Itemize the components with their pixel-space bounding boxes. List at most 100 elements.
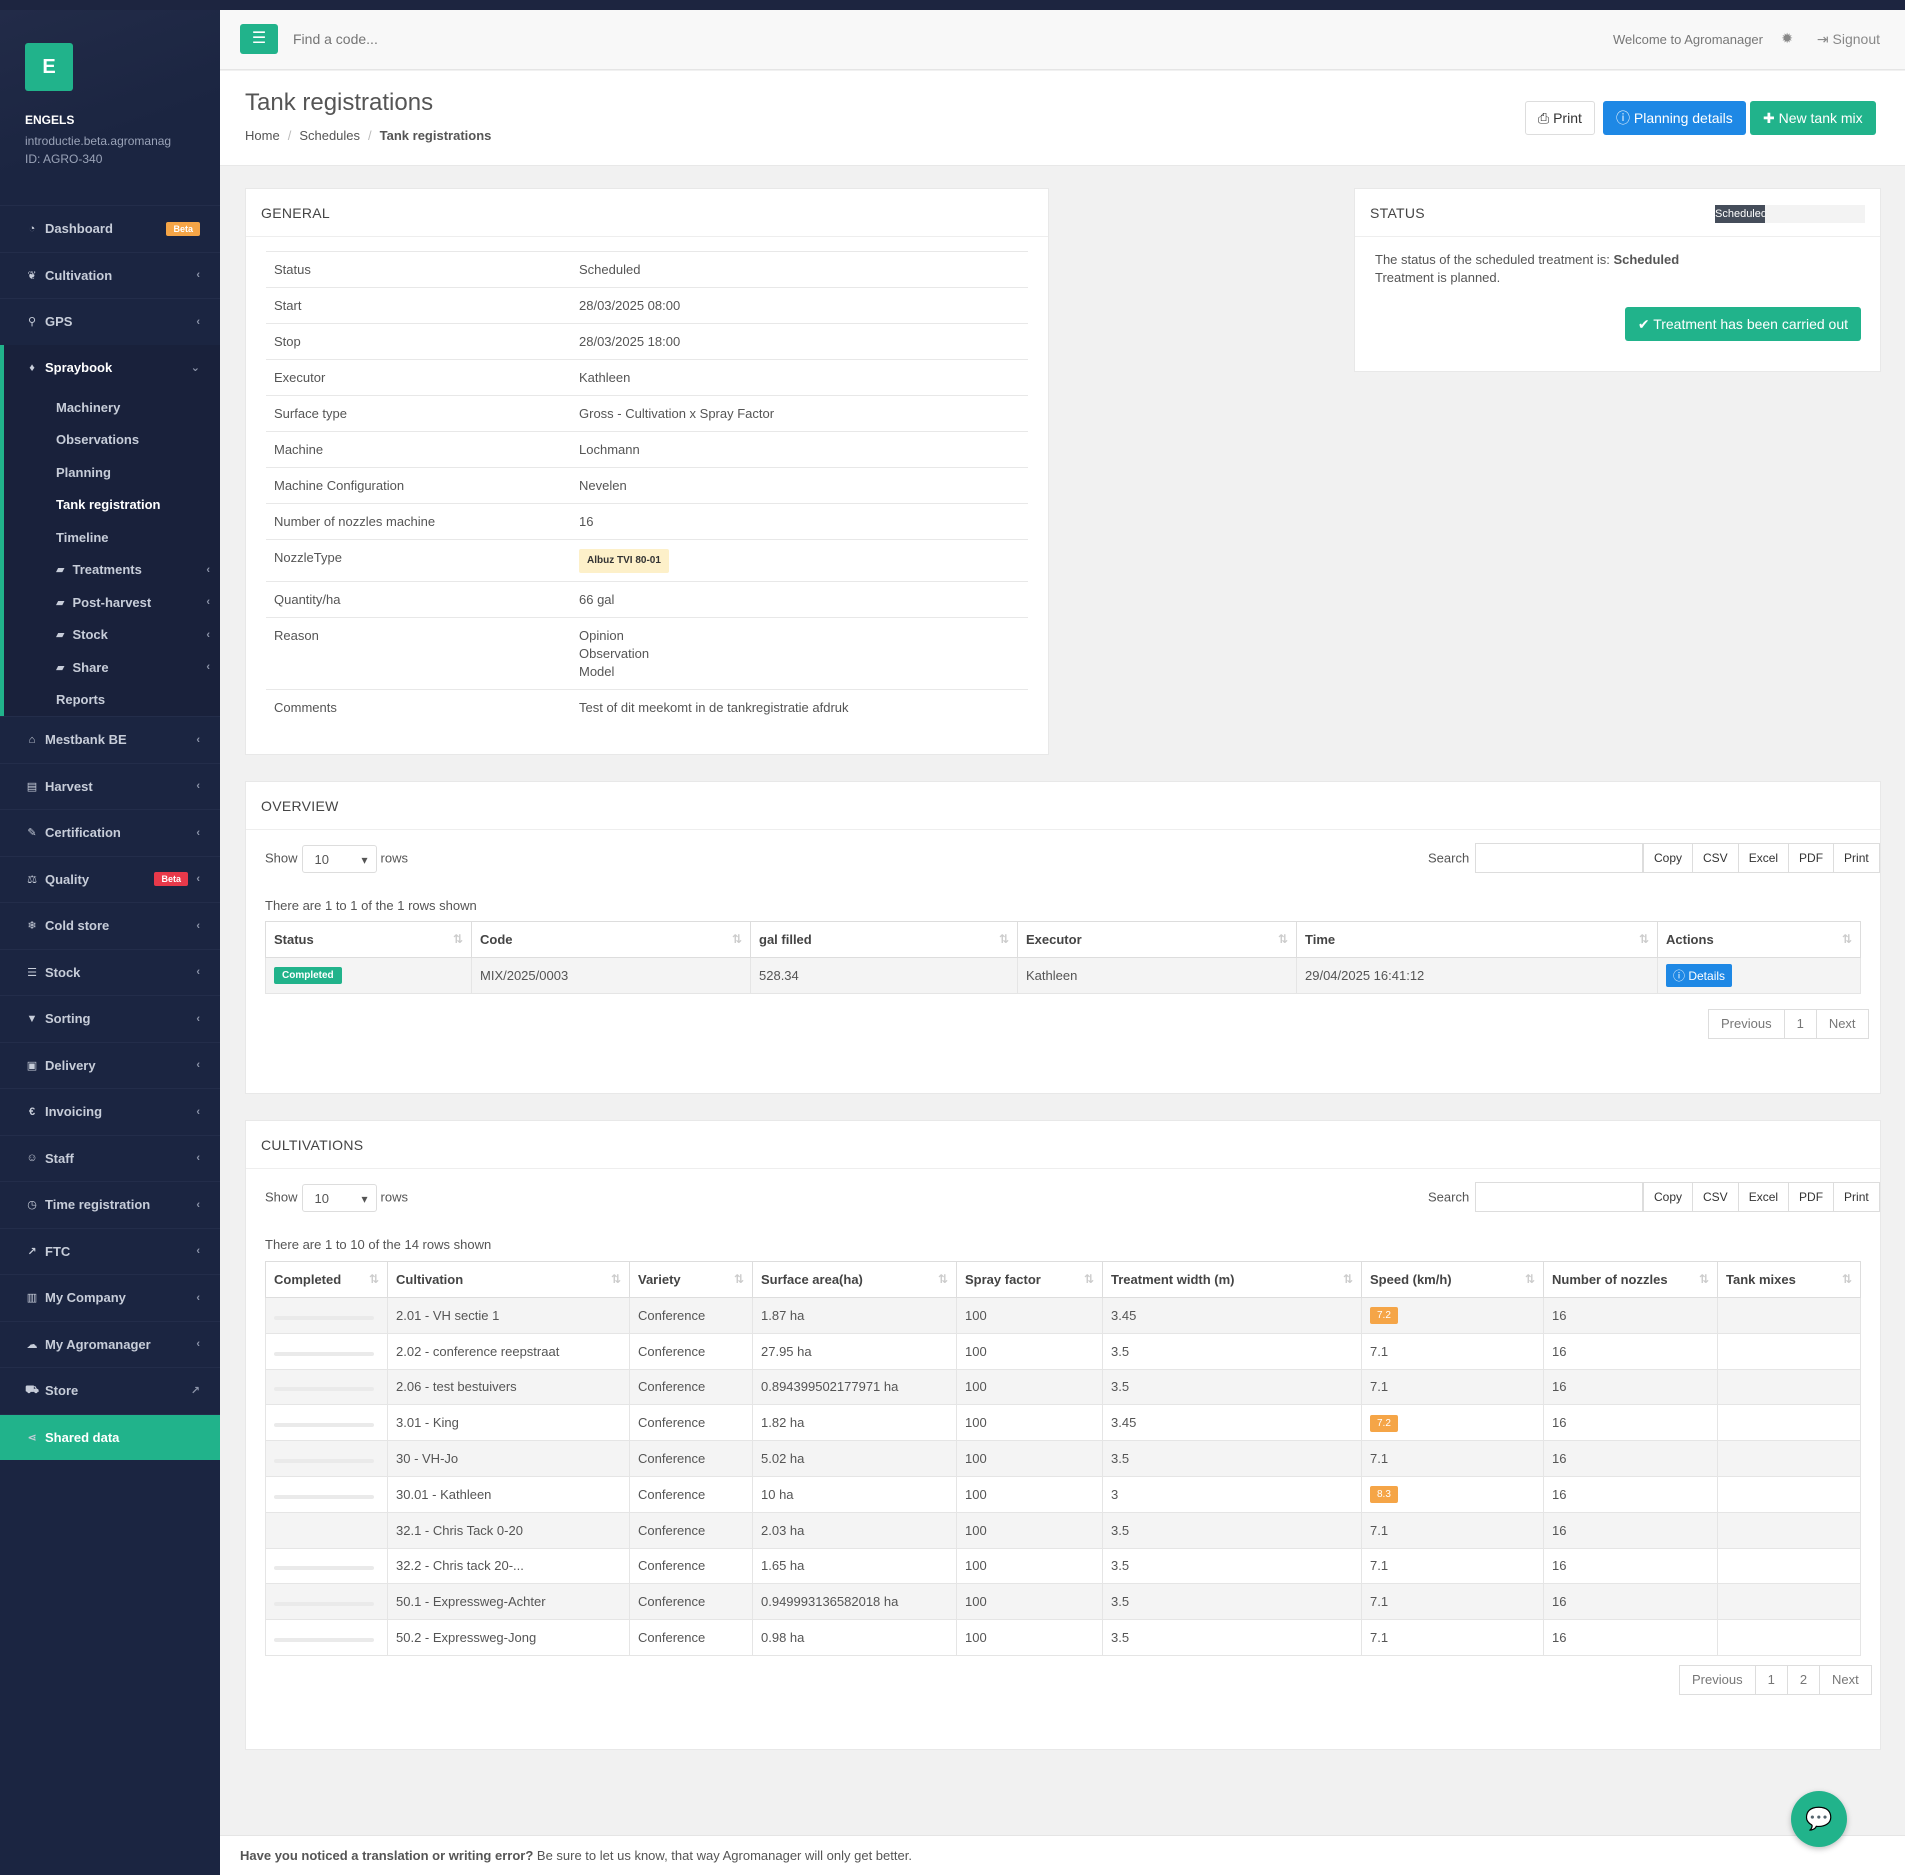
sidebar-item-sorting[interactable]: ▼ Sorting ‹ (0, 995, 220, 1042)
general-label: Start (274, 298, 302, 313)
cultivations-export-copy-button[interactable]: Copy (1643, 1182, 1694, 1212)
nozzles-cell: 16 (1543, 1619, 1718, 1656)
cultivations-page-size-select[interactable]: 10 (301, 1184, 377, 1213)
sidebar-subitem-treatments[interactable]: ▰ Treatments ‹ (4, 554, 220, 587)
chevron-left-icon: ‹ (206, 628, 210, 641)
sidebar-item-certification[interactable]: ✎ Certification ‹ (0, 809, 220, 856)
cultivations-page-2-button[interactable]: 2 (1786, 1665, 1821, 1695)
sidebar-subitem-machinery[interactable]: Machinery (4, 391, 220, 424)
sidebar-subitem-observations[interactable]: Observations (4, 424, 220, 457)
sidebar-item-harvest[interactable]: ▤ Harvest ‹ (0, 762, 220, 810)
chat-button[interactable]: 💬 (1791, 1791, 1847, 1847)
overview-search-input[interactable] (1475, 843, 1644, 873)
details-button[interactable]: ⓘ Details (1666, 963, 1733, 987)
completed-cell (265, 1368, 388, 1406)
signout-link[interactable]: ⇥ Signout (1817, 31, 1880, 48)
menu-toggle-button[interactable]: ☰ (240, 24, 278, 54)
overview-export-print-button[interactable]: Print (1833, 843, 1880, 873)
sidebar-item-my-company[interactable]: ▥ My Company ‹ (0, 1274, 220, 1321)
sidebar-item-stock[interactable]: ☰ Stock ‹ (0, 948, 220, 996)
sidebar-item-dashboard[interactable]: ◔ Dashboard Beta (0, 205, 220, 252)
overview-page-size-select[interactable]: 10 (301, 845, 377, 874)
general-row-start: Start 28/03/2025 08:00 (266, 287, 1028, 323)
general-label: Quantity/ha (274, 592, 341, 607)
sidebar-item-invoicing[interactable]: € Invoicing ‹ (0, 1088, 220, 1135)
cultivation-cell: 50.2 - Expressweg-Jong (387, 1619, 630, 1656)
cultivation-row: 50.2 - Expressweg-Jong Conference 0.98 ha 1… (265, 1619, 1861, 1656)
sidebar-item-spraybook[interactable]: ♦ Spraybook ⌄ (4, 345, 220, 392)
treatment-width-cell: 3.5 (1102, 1619, 1362, 1656)
sidebar-item-gps[interactable]: ⚲ GPS ‹ (0, 298, 220, 345)
cultivations-export-csv-button[interactable]: CSV (1692, 1182, 1739, 1212)
chevron-left-icon: ‹ (206, 563, 210, 576)
cultivations-search-input[interactable] (1475, 1182, 1644, 1212)
overview-export-csv-button[interactable]: CSV (1692, 843, 1739, 873)
surface-area-cell: 1.65 ha (752, 1547, 957, 1585)
breadcrumb-home[interactable]: Home (245, 128, 280, 143)
overview-header-status[interactable]: Status ⇅ (265, 921, 472, 958)
completed-progress-bar (274, 1423, 374, 1428)
overview-export-excel-button[interactable]: Excel (1737, 843, 1790, 873)
overview-header-gal-filled[interactable]: gal filled ⇅ (750, 921, 1018, 958)
cultivations-header-tank-mixes[interactable]: Tank mixes ⇅ (1717, 1261, 1861, 1298)
cultivations-header-surface-area-ha[interactable]: Surface area(ha) ⇅ (752, 1261, 957, 1298)
overview-page-previous-button[interactable]: Previous (1708, 1009, 1785, 1039)
sidebar-item-delivery[interactable]: ▣ Delivery ‹ (0, 1041, 220, 1089)
cultivations-header-variety[interactable]: Variety ⇅ (629, 1261, 753, 1298)
sidebar-item-mestbank-be[interactable]: ⌂ Mestbank BE ‹ (0, 716, 220, 763)
overview-header-executor[interactable]: Executor ⇅ (1017, 921, 1297, 958)
cultivations-export-pdf-button[interactable]: PDF (1788, 1182, 1835, 1212)
overview-header-actions[interactable]: Actions ⇅ (1657, 921, 1861, 958)
cultivations-header-cultivation[interactable]: Cultivation ⇅ (387, 1261, 630, 1298)
company-logo[interactable]: E (25, 43, 73, 91)
cultivations-export-excel-button[interactable]: Excel (1737, 1182, 1790, 1212)
bug-icon[interactable]: ✹ (1781, 30, 1793, 47)
cultivations-page-previous-button[interactable]: Previous (1679, 1665, 1756, 1695)
overview-page-next-button[interactable]: Next (1815, 1009, 1869, 1039)
sidebar-subitem-label: Stock (72, 627, 108, 643)
sort-icon: ⇅ (1342, 1272, 1353, 1286)
sidebar-item-cultivation[interactable]: ❦ Cultivation ‹ (0, 251, 220, 299)
overview-export-pdf-button[interactable]: PDF (1788, 843, 1835, 873)
sidebar-item-cold-store[interactable]: ❄ Cold store ‹ (0, 902, 220, 949)
sidebar-subitem-planning[interactable]: Planning (4, 456, 220, 489)
sidebar-subitem-timeline[interactable]: Timeline (4, 521, 220, 554)
sidebar-subitem-stock[interactable]: ▰ Stock ‹ (4, 619, 220, 652)
speed-cell: 7.1 (1361, 1332, 1544, 1370)
chevron-left-icon: ‹ (196, 1059, 200, 1072)
sidebar-subitem-tank-registration[interactable]: Tank registration (4, 489, 220, 522)
cultivations-header-completed[interactable]: Completed ⇅ (265, 1261, 388, 1298)
print-button[interactable]: ⎙ Print (1525, 101, 1595, 135)
cultivations-page-next-button[interactable]: Next (1819, 1665, 1872, 1695)
new-tank-mix-button[interactable]: ✚ New tank mix (1750, 101, 1876, 135)
cultivations-page-1-button[interactable]: 1 (1754, 1665, 1788, 1695)
sidebar-item-time-registration[interactable]: ◷ Time registration ‹ (0, 1181, 220, 1228)
overview-header-code[interactable]: Code ⇅ (471, 921, 751, 958)
overview-header-time[interactable]: Time ⇅ (1296, 921, 1658, 958)
breadcrumb-schedules[interactable]: Schedules (299, 128, 360, 143)
general-row-machine-configuration: Machine Configuration Nevelen (266, 467, 1028, 503)
sidebar-item-ftc[interactable]: ↗ FTC ‹ (0, 1227, 220, 1275)
cultivations-header-treatment-width-m[interactable]: Treatment width (m) ⇅ (1102, 1261, 1362, 1298)
overview-export-copy-button[interactable]: Copy (1643, 843, 1694, 873)
cultivation-cell: 3.01 - King (387, 1404, 630, 1442)
sidebar-item-staff[interactable]: ☺ Staff ‹ (0, 1134, 220, 1182)
sidebar-item-store[interactable]: ⛟ Store ↗ (0, 1367, 220, 1414)
sidebar-subitem-share[interactable]: ▰ Share ‹ (4, 651, 220, 684)
general-label: Surface type (274, 406, 347, 421)
sidebar-item-quality[interactable]: ⚖ Quality Beta ‹ (0, 855, 220, 903)
code-search-input[interactable] (293, 24, 593, 54)
planning-details-button[interactable]: ⓘ Planning details (1603, 101, 1746, 135)
treatment-carried-out-button[interactable]: ✔ Treatment has been carried out (1624, 307, 1861, 341)
sidebar-subitem-post-harvest[interactable]: ▰ Post-harvest ‹ (4, 586, 220, 619)
sidebar-item-shared-data[interactable]: ⋖ Shared data (0, 1413, 220, 1460)
sidebar-subitem-reports[interactable]: Reports (4, 684, 220, 717)
sidebar-item-my-agromanager[interactable]: ☁ My Agromanager ‹ (0, 1320, 220, 1368)
overview-page-1-button[interactable]: 1 (1783, 1009, 1817, 1039)
speed-warning-badge: 8.3 (1370, 1486, 1398, 1504)
cultivations-export-print-button[interactable]: Print (1833, 1182, 1880, 1212)
cultivations-header-number-of-nozzles[interactable]: Number of nozzles ⇅ (1543, 1261, 1718, 1298)
chat-icon: 💬 (1805, 1806, 1833, 1831)
cultivations-header-speed-km-h[interactable]: Speed (km/h) ⇅ (1361, 1261, 1544, 1298)
cultivations-header-spray-factor[interactable]: Spray factor ⇅ (956, 1261, 1103, 1298)
